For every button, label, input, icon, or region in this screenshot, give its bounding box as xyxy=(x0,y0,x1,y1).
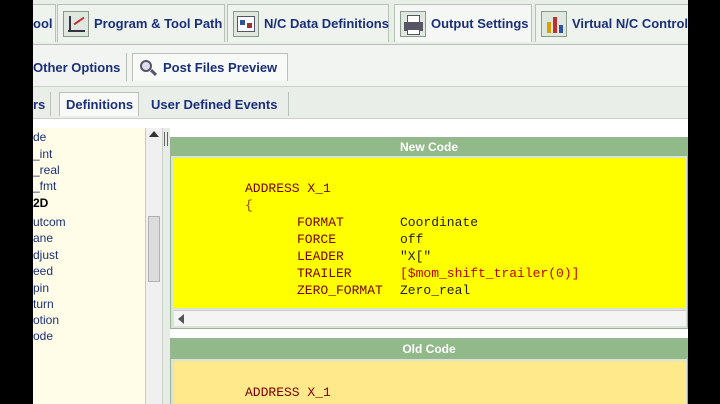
tree-item[interactable]: pin xyxy=(33,281,49,297)
tree-item[interactable]: _fmt xyxy=(33,179,56,195)
code-value: off xyxy=(400,232,424,247)
definitions-tab-bar: rs Definitions User Defined Events xyxy=(33,87,688,119)
controller-icon xyxy=(541,10,567,37)
code-address: ADDRESS X_1 xyxy=(245,385,331,400)
tab-user-defined-events[interactable]: User Defined Events xyxy=(145,92,289,116)
nc-data-icon xyxy=(233,10,259,37)
tab-virtual-nc-controller[interactable]: Virtual N/C Controll xyxy=(535,4,688,42)
main-tab-bar: ool Program & Tool Path N/C Data Definit… xyxy=(33,0,688,45)
tree-item[interactable]: _int xyxy=(33,147,52,163)
printer-icon xyxy=(400,10,426,37)
scroll-left-arrow-icon[interactable] xyxy=(178,314,184,324)
tab-label: Output Settings xyxy=(431,16,529,31)
sub-tab-bar: Other Options Post Files Preview xyxy=(33,45,688,87)
code-key: ZERO_FORMAT xyxy=(297,283,383,298)
tab-label: Other Options xyxy=(33,59,121,75)
code-key: LEADER xyxy=(297,249,344,264)
new-code-panel: New Code ADDRESS X_1 { FORMAT Coordinate… xyxy=(170,137,688,329)
code-value: "X[" xyxy=(400,249,432,264)
new-code-horizontal-scrollbar[interactable] xyxy=(174,310,686,326)
magnifier-icon xyxy=(139,59,158,77)
tab-label: ool xyxy=(33,16,53,31)
code-key: FORMAT xyxy=(297,215,344,230)
tree-item[interactable]: otion xyxy=(33,313,59,329)
tree-item[interactable]: djust xyxy=(33,248,58,264)
tree-item[interactable]: _real xyxy=(33,163,60,179)
new-code-header: New Code xyxy=(171,138,687,156)
post-builder-window: ool Program & Tool Path N/C Data Definit… xyxy=(33,0,688,404)
tree-vertical-scrollbar[interactable] xyxy=(145,128,162,404)
code-key: FORCE xyxy=(297,232,337,247)
program-tool-path-icon xyxy=(63,10,89,37)
tree-item[interactable]: ane xyxy=(33,231,53,247)
old-code-header: Old Code xyxy=(171,339,687,359)
tab-definitions[interactable]: Definitions xyxy=(59,92,139,116)
right-black-border xyxy=(688,0,720,404)
tab-label: Post Files Preview xyxy=(163,60,278,75)
code-value: Zero_real xyxy=(400,283,471,298)
tab-output-settings[interactable]: Output Settings xyxy=(394,4,532,42)
tab-label: Definitions xyxy=(66,97,134,112)
left-black-border xyxy=(0,0,33,404)
app-window: ool Program & Tool Path N/C Data Definit… xyxy=(0,0,720,404)
tree-item[interactable]: ode xyxy=(33,329,53,345)
tab-label: Virtual N/C Controll xyxy=(572,16,688,31)
tab-formatters[interactable]: rs xyxy=(33,92,51,116)
old-code-panel: Old Code ADDRESS X_1 xyxy=(170,338,688,404)
tree-item[interactable]: de xyxy=(33,130,46,146)
old-code-text-area: ADDRESS X_1 xyxy=(174,361,686,404)
tree-item[interactable]: turn xyxy=(33,297,54,313)
code-key: TRAILER xyxy=(297,266,352,281)
tab-label: User Defined Events xyxy=(151,96,278,112)
code-value: [$mom_shift_trailer(0)] xyxy=(400,266,580,281)
tab-other-options[interactable]: Other Options xyxy=(33,53,127,81)
tree-item[interactable]: utcom xyxy=(33,215,66,231)
tab-nc-data-definitions[interactable]: N/C Data Definitions xyxy=(227,4,389,42)
code-open-brace: { xyxy=(245,198,253,213)
tree-item[interactable]: 2D xyxy=(33,196,48,212)
tab-tool[interactable]: ool xyxy=(33,4,56,42)
tree-item[interactable]: eed xyxy=(33,264,53,280)
new-code-text-area: ADDRESS X_1 { FORMAT Coordinate FORCE of… xyxy=(174,158,686,308)
tab-label: Program & Tool Path xyxy=(94,16,223,31)
definitions-tree: de _int _real _fmt 2D utcom ane djust ee… xyxy=(33,128,145,404)
tab-post-files-preview[interactable]: Post Files Preview xyxy=(132,53,288,81)
code-address: ADDRESS X_1 xyxy=(245,181,331,196)
tab-label: rs xyxy=(33,96,46,112)
code-value: Coordinate xyxy=(400,215,479,230)
scroll-up-arrow-icon[interactable] xyxy=(149,131,159,137)
tab-program-tool-path[interactable]: Program & Tool Path xyxy=(57,4,225,42)
pane-splitter[interactable] xyxy=(162,128,170,404)
scrollbar-thumb[interactable] xyxy=(148,216,160,282)
tab-label: N/C Data Definitions xyxy=(264,16,389,31)
splitter-grip-icon[interactable] xyxy=(164,132,168,146)
